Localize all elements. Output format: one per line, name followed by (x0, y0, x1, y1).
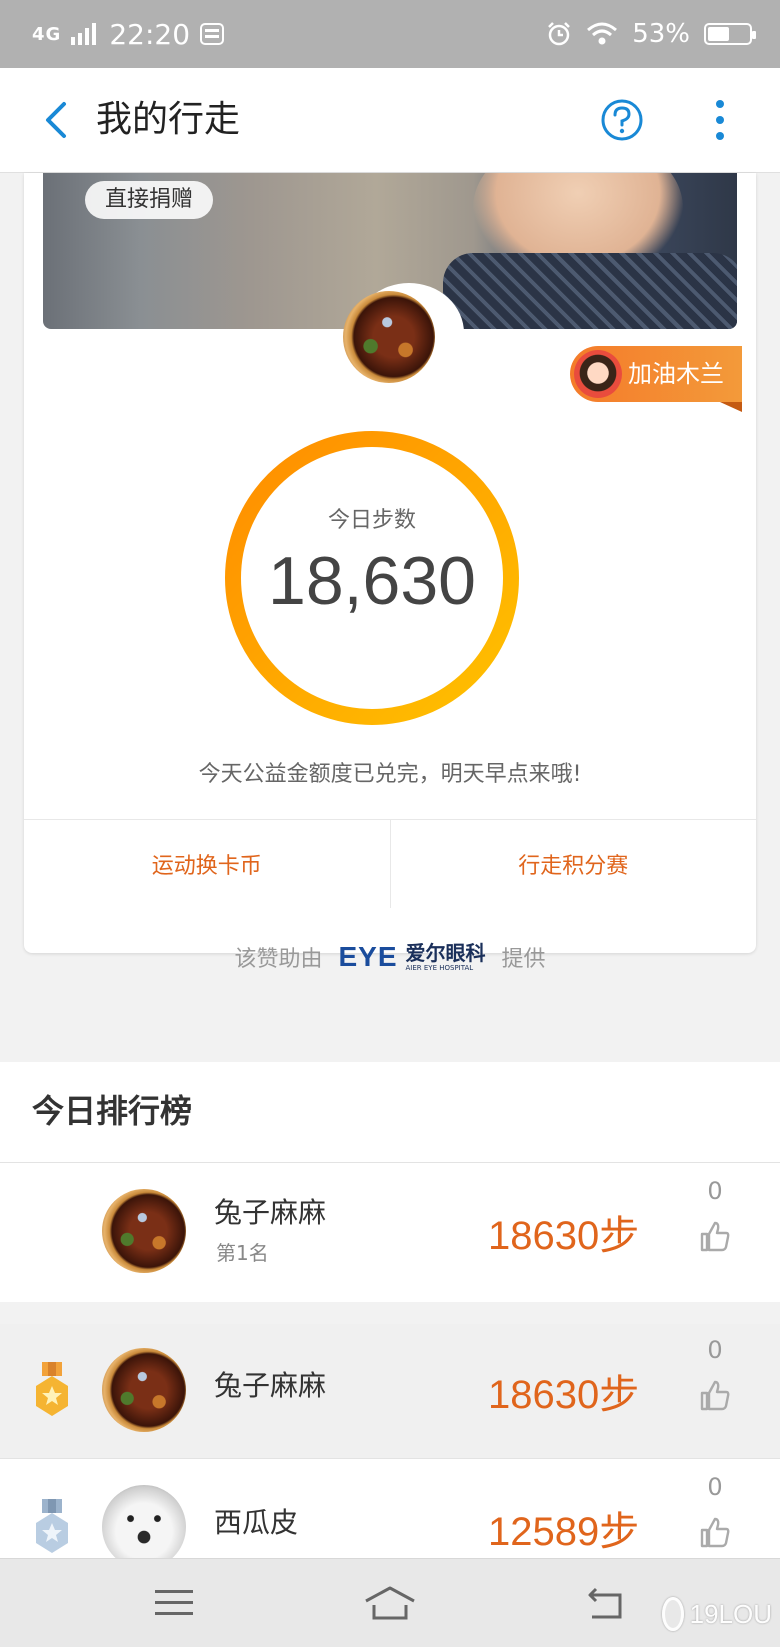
rank-steps: 18630步 (488, 1214, 640, 1258)
thumbs-up-icon[interactable] (698, 1378, 732, 1412)
clock-time: 22:20 (109, 17, 191, 51)
eye-logo-en: AIER EYE HOSPITAL (405, 963, 474, 972)
home-icon (365, 1586, 415, 1620)
status-bar: 4G 22:20 53% (0, 0, 780, 68)
notification-icon (200, 23, 225, 45)
hamburger-menu-icon (155, 1590, 193, 1615)
aier-eye-logo[interactable]: EYE 爱尔眼科 AIER EYE HOSPITAL (338, 941, 485, 973)
steps-count: 18,630 (268, 543, 476, 619)
sponsor-prefix: 该赞助由 (234, 947, 323, 972)
vertical-dots-icon (716, 100, 724, 108)
battery-level (708, 27, 729, 41)
site-watermark: 19LOU (662, 1592, 772, 1636)
sponsor-suffix: 提供 (501, 947, 546, 972)
user-avatar[interactable] (343, 291, 435, 383)
eye-logo-mark: EYE (338, 941, 398, 972)
alarm-icon (548, 22, 571, 46)
system-back-button[interactable] (578, 1581, 634, 1625)
signal-icon (71, 23, 97, 45)
walking-points-contest-button[interactable]: 行走积分赛 (389, 820, 757, 908)
network-type: 4G (32, 23, 62, 45)
cheer-label: 加油木兰 (628, 360, 724, 388)
steps-label: 今日步数 (327, 508, 416, 533)
chevron-left-icon (46, 102, 66, 138)
quota-note: 今天公益金额度已兑完，明天早点来哦! (198, 762, 582, 787)
thumbs-up-icon[interactable] (698, 1219, 732, 1253)
gold-medal-icon (36, 1362, 68, 1416)
watermark-text: 19LOU (689, 1598, 772, 1629)
table-row[interactable]: 兔子麻麻 18630步 0 (0, 1322, 780, 1458)
like-count: 0 (707, 1336, 723, 1364)
exercise-exchange-button[interactable]: 运动换卡币 (24, 820, 390, 908)
thumbs-up-icon[interactable] (698, 1515, 732, 1549)
avatar[interactable] (102, 1348, 186, 1432)
like-count: 0 (707, 1177, 723, 1205)
rank-name: 兔子麻麻 (214, 1369, 327, 1402)
battery-percent: 53% (632, 19, 690, 49)
back-arrow-icon (588, 1587, 622, 1619)
cheer-mulan-tag[interactable]: 加油木兰 (570, 346, 742, 402)
like-count: 0 (707, 1473, 723, 1501)
wifi-icon (587, 22, 618, 45)
silver-medal-icon (36, 1499, 68, 1553)
question-circle-icon (601, 99, 643, 141)
rank-steps: 12589步 (488, 1510, 640, 1554)
home-button[interactable] (362, 1581, 418, 1625)
my-rank-row[interactable]: 兔子麻麻 第1名 18630步 0 (0, 1163, 780, 1299)
watermark-logo-icon (662, 1597, 684, 1631)
avatar[interactable] (102, 1485, 186, 1569)
donate-button[interactable]: 直接捐赠 (85, 181, 214, 219)
rank-name: 兔子麻麻 (214, 1196, 327, 1229)
page-title: 我的行走 (96, 99, 241, 140)
avatar[interactable] (102, 1189, 186, 1273)
help-button[interactable] (600, 98, 644, 142)
menu-button[interactable] (146, 1581, 202, 1625)
sponsor-line: 该赞助由 EYE 爱尔眼科 AIER EYE HOSPITAL 提供 (0, 932, 780, 982)
ranking-title: 今日排行榜 (32, 1092, 193, 1130)
card-actions: 运动换卡币 行走积分赛 (24, 819, 756, 908)
rank-name: 西瓜皮 (214, 1506, 299, 1539)
back-button[interactable] (28, 92, 84, 148)
title-bar: 我的行走 (0, 68, 780, 173)
eye-logo-cn: 爱尔眼科 (405, 940, 486, 965)
mulan-avatar-icon (574, 350, 622, 398)
battery-icon (704, 23, 756, 45)
rank-position: 第1名 (216, 1241, 269, 1265)
more-options-button[interactable] (700, 96, 740, 144)
rank-steps: 18630步 (488, 1373, 640, 1417)
